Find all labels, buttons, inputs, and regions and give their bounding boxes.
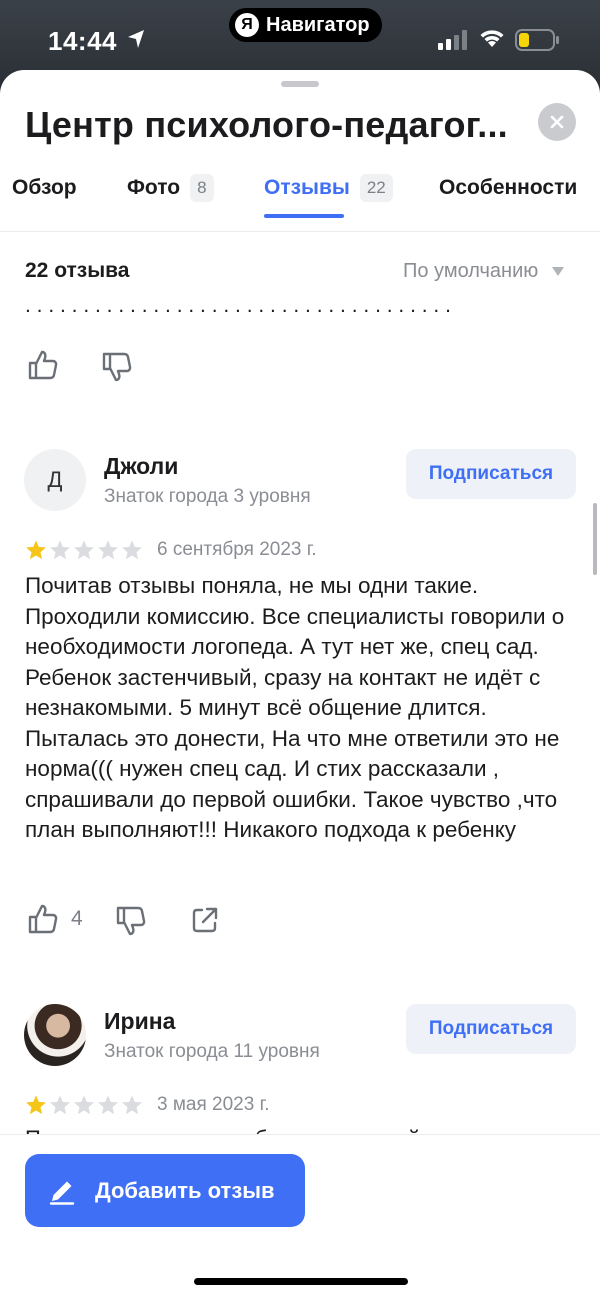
page-title: Центр психолого-педагог... xyxy=(25,104,508,145)
review-text: Почитав отзывы поняла, не мы одни такие.… xyxy=(25,573,565,842)
close-icon xyxy=(550,115,564,129)
author-level: Знаток города 11 уровня xyxy=(104,1041,320,1062)
wifi-icon xyxy=(480,30,504,47)
reviews-count: 22 отзыва xyxy=(25,259,130,282)
star-empty-icon xyxy=(50,540,70,560)
thumbs-down-icon xyxy=(116,906,146,936)
star-empty-icon xyxy=(122,540,142,560)
review-date: 3 мая 2023 г. xyxy=(157,1094,270,1115)
star-filled-icon xyxy=(26,540,46,560)
rating-stars xyxy=(25,1094,143,1116)
share-button[interactable] xyxy=(190,905,220,935)
scrollbar[interactable] xyxy=(593,503,597,575)
pencil-icon xyxy=(49,1181,75,1205)
home-indicator xyxy=(194,1278,408,1285)
app-return-pill[interactable]: Я Навигатор xyxy=(229,8,382,42)
star-empty-icon xyxy=(98,1095,118,1115)
tab-features[interactable]: Особенности xyxy=(439,176,577,200)
close-button[interactable] xyxy=(538,103,576,141)
subscribe-button[interactable]: Подписаться xyxy=(406,449,576,499)
yandex-logo-icon: Я xyxy=(235,13,259,37)
star-empty-icon xyxy=(50,1095,70,1115)
review-text-clipped: П . . . . . . . . . . . . . . . . . б . … xyxy=(25,1124,575,1134)
avatar[interactable] xyxy=(24,1004,86,1066)
thumbs-up-icon xyxy=(28,904,58,934)
tab-reviews[interactable]: Отзывы 22 xyxy=(264,174,393,202)
tab-label: Фото xyxy=(127,176,181,199)
dislike-button[interactable] xyxy=(101,351,133,383)
app-return-label: Навигатор xyxy=(266,13,370,36)
active-tab-indicator xyxy=(264,214,344,218)
review-author[interactable]: Ирина xyxy=(104,1008,175,1035)
star-empty-icon xyxy=(74,540,94,560)
tab-bar: Обзор Фото 8 Отзывы 22 Особенности xyxy=(0,170,600,232)
subscribe-button[interactable]: Подписаться xyxy=(406,1004,576,1054)
rating-stars xyxy=(25,539,143,561)
like-button[interactable] xyxy=(27,349,59,381)
review-date: 6 сентября 2023 г. xyxy=(157,539,317,560)
author-level: Знаток города 3 уровня xyxy=(104,486,311,507)
sort-label: По умолчанию xyxy=(403,260,539,282)
star-filled-icon xyxy=(26,1095,46,1115)
tab-count-badge: 22 xyxy=(359,174,393,202)
avatar[interactable]: Д xyxy=(24,449,86,511)
like-count: 4 xyxy=(71,907,83,930)
add-review-button[interactable]: Добавить отзыв xyxy=(25,1154,305,1227)
status-time: 14:44 xyxy=(48,26,117,56)
tab-label: Обзор xyxy=(12,176,77,199)
tab-count-badge: 8 xyxy=(190,174,214,202)
share-icon xyxy=(192,907,218,933)
place-card-sheet: Центр психолого-педагог... Обзор Фото 8 … xyxy=(0,70,600,1297)
tab-label: Особенности xyxy=(439,176,578,199)
previous-review-text-clipped: . . . . . . . . . . . . . . . . . . . . … xyxy=(25,308,565,318)
add-review-label: Добавить отзыв xyxy=(95,1177,275,1203)
thumbs-down-icon xyxy=(102,352,132,382)
tab-label: Отзывы xyxy=(264,176,350,199)
status-bar: 14:44 Я Навигатор xyxy=(0,0,600,80)
tab-overview[interactable]: Обзор xyxy=(12,176,77,200)
sheet-grabber[interactable] xyxy=(281,81,319,87)
reviews-header: 22 отзыва По умолчанию xyxy=(0,233,600,317)
thumbs-up-icon xyxy=(28,350,58,380)
sort-dropdown[interactable]: По умолчанию xyxy=(403,260,565,283)
review-author[interactable]: Джоли xyxy=(104,453,178,480)
location-arrow-icon xyxy=(128,30,144,48)
cellular-signal-icon xyxy=(438,30,467,50)
star-empty-icon xyxy=(122,1095,142,1115)
chevron-down-icon xyxy=(552,267,565,276)
star-empty-icon xyxy=(98,540,118,560)
like-button[interactable]: 4 xyxy=(27,903,83,935)
star-empty-icon xyxy=(74,1095,94,1115)
battery-low-icon xyxy=(515,29,559,51)
dislike-button[interactable] xyxy=(115,905,147,937)
tab-photos[interactable]: Фото 8 xyxy=(127,174,214,202)
